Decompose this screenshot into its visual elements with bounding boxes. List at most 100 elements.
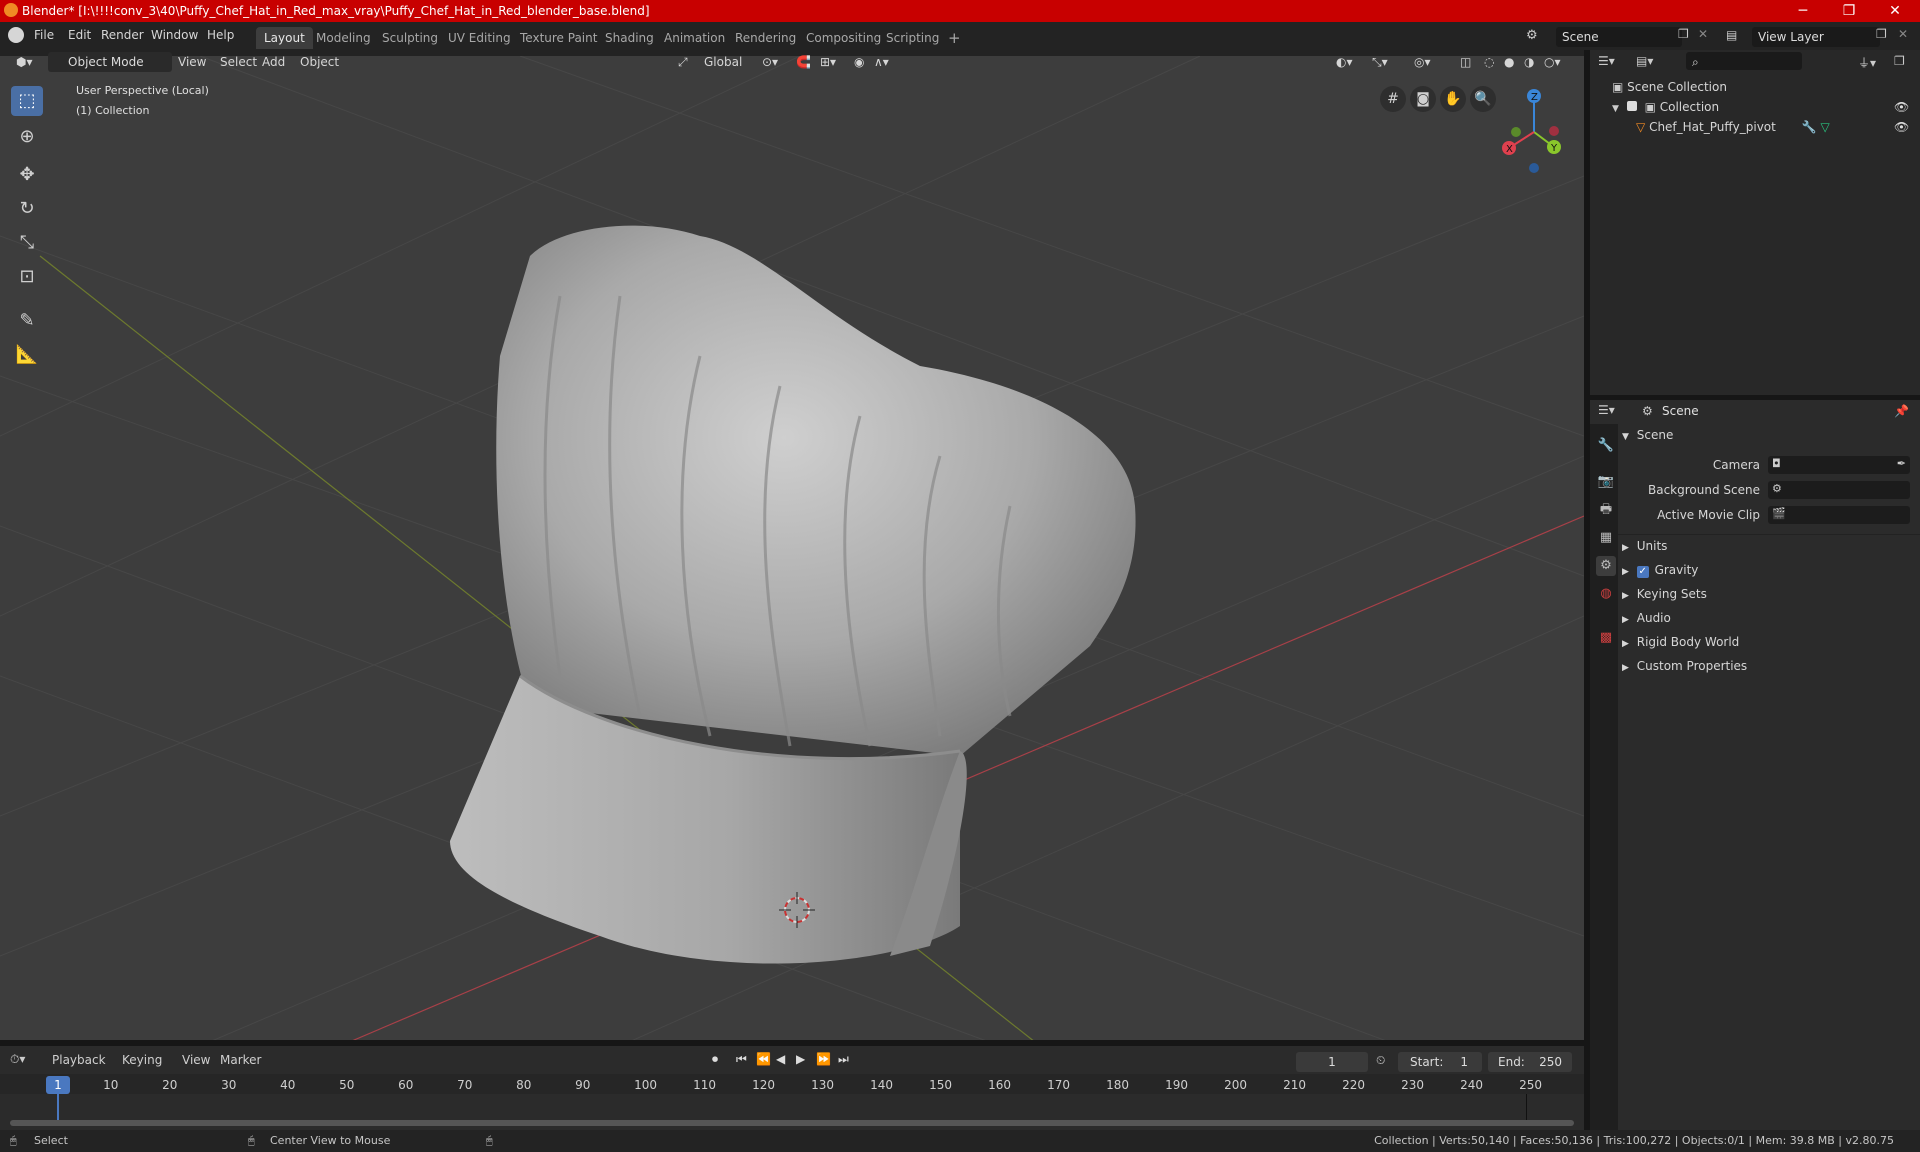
end-frame-field[interactable]: End: 250 (1488, 1052, 1572, 1072)
render-tab-icon[interactable]: 📷 (1596, 472, 1616, 492)
xray-toggle-icon[interactable]: ◫ (1454, 52, 1477, 72)
transform-tool-icon[interactable]: ⊡ (11, 262, 43, 292)
delete-view-layer-icon[interactable]: ✕ (1898, 27, 1908, 41)
rendered-shading-icon[interactable]: ○▾ (1538, 52, 1567, 72)
properties-editor-type-icon[interactable]: ☰▾ (1598, 403, 1615, 417)
visibility-icon[interactable]: ◐▾ (1330, 52, 1359, 72)
view-layer-tab-icon[interactable]: ▦ (1596, 528, 1616, 548)
viewport-menu-view[interactable]: View (172, 52, 212, 72)
output-tab-icon[interactable]: 🖶 (1596, 500, 1616, 520)
zoom-view-icon[interactable]: 🔍 (1470, 86, 1496, 112)
add-workspace-button[interactable]: + (940, 27, 969, 49)
active-movie-clip-field[interactable]: 🎬 (1768, 506, 1910, 524)
background-scene-field[interactable]: ⚙ (1768, 481, 1910, 499)
tool-tab-icon[interactable]: 🔧 (1596, 436, 1616, 456)
mesh-data-icon[interactable]: ▽ (1820, 120, 1829, 134)
record-button-icon[interactable]: ⏺ (712, 1052, 718, 1067)
toggle-camera-view-icon[interactable]: # (1380, 86, 1406, 112)
snap-icon[interactable]: 🧲 (790, 52, 817, 72)
tab-compositing[interactable]: Compositing (798, 27, 889, 49)
jump-keyframe-back-icon[interactable]: ⏪ (756, 1052, 771, 1066)
panel-gravity[interactable]: ▶ ✓ Gravity (1622, 563, 1698, 578)
scene-section-header[interactable]: ▼ Scene (1622, 428, 1673, 442)
jump-keyframe-forward-icon[interactable]: ⏩ (816, 1052, 831, 1066)
menu-render[interactable]: Render (101, 28, 144, 42)
world-tab-icon[interactable]: ◍ (1596, 584, 1616, 604)
collection-checkbox-icon[interactable] (1626, 101, 1637, 111)
tab-scripting[interactable]: Scripting (878, 27, 947, 49)
outliner-item-object[interactable]: ▽ Chef_Hat_Puffy_pivot 🔧 ▽ (1636, 120, 1830, 134)
start-frame-field[interactable]: Start: 1 (1398, 1052, 1482, 1072)
menu-help[interactable]: Help (207, 28, 234, 42)
timeline-menu-keying[interactable]: Keying (122, 1053, 162, 1067)
scale-tool-icon[interactable]: ⤡ (11, 228, 43, 258)
annotate-tool-icon[interactable]: ✎ (11, 306, 43, 336)
jump-start-icon[interactable]: ⏮ (736, 1052, 747, 1067)
scene-tab-icon[interactable]: ⚙ (1596, 556, 1616, 576)
panel-audio[interactable]: ▶ Audio (1622, 611, 1671, 625)
viewport-menu-add[interactable]: Add (256, 52, 291, 72)
timeline-menu-playback[interactable]: Playback (52, 1053, 106, 1067)
3d-viewport[interactable]: Z Y X User Perspective (Local) (1) Colle… (0, 56, 1584, 1046)
pin-icon[interactable]: 📌 (1894, 404, 1909, 418)
tab-shading[interactable]: Shading (597, 27, 662, 49)
delete-scene-icon[interactable]: ✕ (1698, 27, 1708, 41)
new-view-layer-icon[interactable]: ❐ (1876, 27, 1887, 41)
pivot-point-icon[interactable]: ⊙▾ (756, 52, 784, 72)
tab-rendering[interactable]: Rendering (727, 27, 804, 49)
play-icon[interactable]: ▶ (796, 1052, 805, 1066)
scene-selector[interactable]: Scene (1556, 27, 1682, 47)
measure-tool-icon[interactable]: 📐 (11, 340, 43, 370)
panel-custom-properties[interactable]: ▶ Custom Properties (1622, 659, 1747, 673)
timer-icon[interactable]: ⏲ (1376, 1053, 1385, 1068)
rotate-tool-icon[interactable]: ↻ (11, 194, 43, 224)
editor-type-icon[interactable]: ⬢▾ (10, 52, 39, 72)
viewport-menu-object[interactable]: Object (294, 52, 345, 72)
object-visibility-eye-icon[interactable]: 👁 (1894, 120, 1909, 134)
menu-window[interactable]: Window (151, 28, 198, 42)
object-mode-selector[interactable]: Object Mode (48, 52, 172, 72)
texture-tab-icon[interactable]: ▩ (1596, 628, 1616, 648)
tab-texture-paint[interactable]: Texture Paint (512, 27, 605, 49)
panel-keying-sets[interactable]: ▶ Keying Sets (1622, 587, 1707, 601)
snap-target-icon[interactable]: ⊞▾ (814, 52, 842, 72)
outliner-search-input[interactable]: ⌕ (1686, 52, 1802, 70)
gravity-checkbox[interactable]: ✓ (1636, 566, 1649, 578)
select-box-tool-icon[interactable]: ⬚ (11, 86, 43, 116)
filter-icon[interactable]: ⏚▾ (1858, 54, 1876, 71)
camera-icon[interactable]: ◙ (1410, 86, 1436, 112)
modifier-wrench-icon[interactable]: 🔧 (1802, 120, 1817, 134)
expand-arrow-icon[interactable]: ▼ (1612, 104, 1619, 114)
outliner-item-collection[interactable]: ▼ ▣ Collection (1612, 100, 1719, 114)
outliner-editor-type-icon[interactable]: ☰▾ (1598, 54, 1615, 68)
menu-edit[interactable]: Edit (68, 28, 91, 42)
scene-type-icon[interactable]: ⚙ (1526, 28, 1538, 43)
timeline-editor-type-icon[interactable]: ⏱▾ (10, 1052, 25, 1067)
timeline-menu-view[interactable]: View (182, 1053, 210, 1067)
new-scene-icon[interactable]: ❐ (1678, 27, 1689, 41)
transform-orientation-selector[interactable]: Global (698, 52, 748, 72)
current-frame-field[interactable]: 1 (1296, 1052, 1368, 1072)
cursor-tool-icon[interactable]: ⊕ (11, 122, 43, 152)
close-button[interactable]: ✕ (1872, 0, 1918, 22)
camera-field[interactable]: ◘ ✒ (1768, 456, 1910, 474)
transform-orientation-icon[interactable]: ⤢ (672, 52, 694, 72)
eyedropper-icon[interactable]: ✒ (1897, 457, 1906, 470)
move-tool-icon[interactable]: ✥ (11, 160, 43, 190)
menu-file[interactable]: File (34, 28, 54, 42)
timeline-menu-marker[interactable]: Marker (220, 1053, 261, 1067)
falloff-icon[interactable]: ∧▾ (868, 52, 895, 72)
timeline-scrollbar[interactable] (10, 1120, 1574, 1126)
jump-end-icon[interactable]: ⏭ (838, 1052, 849, 1067)
gizmo-toggle-icon[interactable]: ⤡▾ (1366, 52, 1394, 72)
collection-visibility-eye-icon[interactable]: 👁 (1894, 100, 1909, 114)
display-mode-icon[interactable]: ▤▾ (1636, 54, 1653, 68)
outliner-item-scene-collection[interactable]: ▣ Scene Collection (1612, 80, 1727, 94)
maximize-button[interactable]: ❐ (1826, 0, 1872, 22)
tab-sculpting[interactable]: Sculpting (374, 27, 446, 49)
new-collection-icon[interactable]: ❐ (1894, 54, 1905, 68)
minimize-button[interactable]: ─ (1780, 0, 1826, 22)
tab-animation[interactable]: Animation (656, 27, 733, 49)
play-reverse-icon[interactable]: ◀ (776, 1052, 785, 1066)
pan-view-icon[interactable]: ✋ (1440, 86, 1466, 112)
